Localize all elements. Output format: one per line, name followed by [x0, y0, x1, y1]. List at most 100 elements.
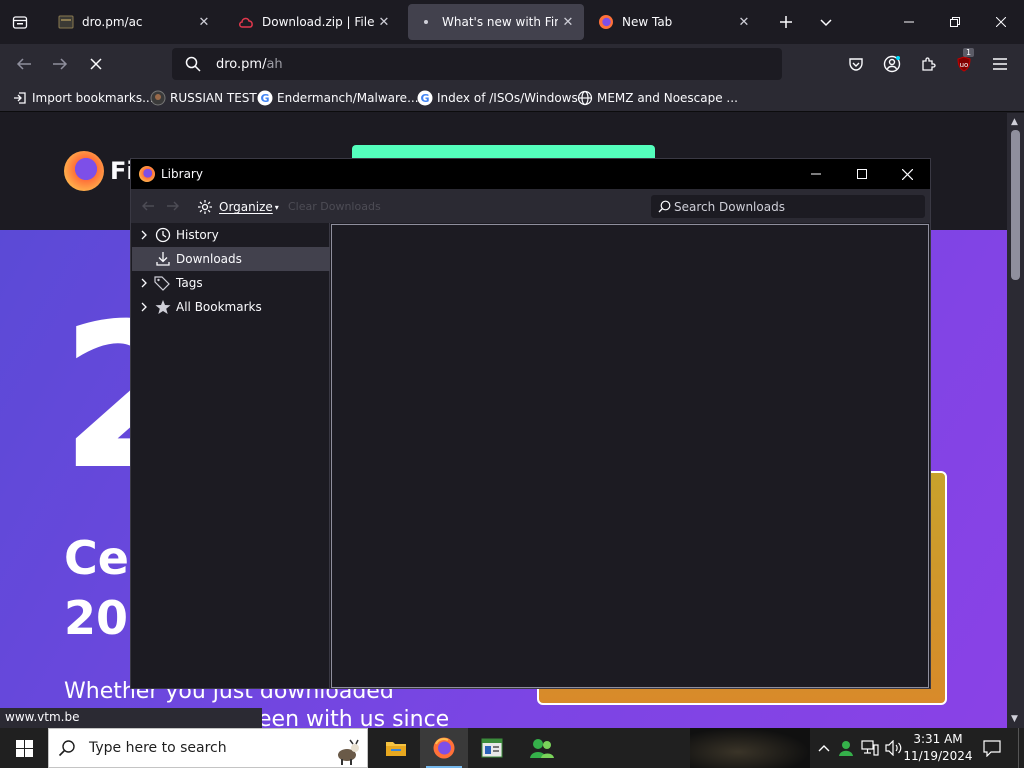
stop-icon	[90, 58, 102, 70]
tray-overflow-icon[interactable]	[814, 738, 834, 758]
clock-icon	[154, 226, 172, 244]
tab-title: New Tab	[622, 15, 673, 29]
bookmark-import[interactable]: Import bookmarks...	[12, 88, 154, 108]
taskbar-firefox[interactable]	[420, 728, 468, 768]
taskbar-app-window[interactable]	[468, 728, 516, 768]
library-titlebar[interactable]: Library	[131, 159, 930, 189]
tab-dro-pm-ac[interactable]: dro.pm/ac ✕	[48, 4, 220, 40]
plus-icon	[780, 16, 792, 28]
firefox-icon	[139, 166, 155, 182]
chevron-right-icon[interactable]	[134, 302, 154, 312]
library-minimize-button[interactable]	[793, 159, 839, 189]
search-icon	[49, 739, 85, 757]
taskbar-clock[interactable]: 3:31 AM 11/19/2024	[902, 731, 974, 765]
extensions-button[interactable]	[914, 50, 942, 78]
status-panel: www.vtm.be	[0, 708, 262, 728]
chevron-right-icon[interactable]	[134, 230, 154, 240]
tree-item-label: Downloads	[176, 252, 242, 266]
chevron-right-icon[interactable]	[134, 278, 154, 288]
url-bar[interactable]: dro.pm/ah	[172, 48, 782, 80]
close-window-button[interactable]	[978, 0, 1024, 44]
google-icon: G	[417, 90, 433, 106]
stop-button[interactable]	[82, 50, 110, 78]
pocket-icon	[849, 58, 863, 71]
show-desktop-button[interactable]	[1018, 728, 1024, 768]
library-back-button[interactable]	[138, 197, 158, 215]
firefox-view-button[interactable]	[8, 10, 32, 34]
close-tab-icon[interactable]: ✕	[734, 12, 754, 32]
clock-date: 11/19/2024	[903, 749, 973, 763]
tab-title: Download.zip | Files.fm	[262, 15, 374, 29]
bookmark-russian-test[interactable]: RUSSIAN TEST	[150, 88, 257, 108]
tab-new-tab[interactable]: New Tab ✕	[588, 4, 760, 40]
search-downloads-input[interactable]	[674, 199, 924, 214]
tab-strip: dro.pm/ac ✕ Download.zip | Files.fm ✕ Wh…	[0, 0, 1024, 44]
clear-downloads-button[interactable]: Clear Downloads	[288, 200, 381, 213]
library-maximize-button[interactable]	[839, 159, 885, 189]
organize-menu-button[interactable]: Organize ▾	[197, 197, 279, 217]
ublock-origin-button[interactable]: uo 1	[950, 48, 978, 78]
close-tab-icon[interactable]: ✕	[374, 12, 394, 32]
account-button[interactable]	[878, 50, 906, 78]
cloud-icon	[238, 14, 254, 30]
forward-button[interactable]	[46, 50, 74, 78]
scroll-down-icon[interactable]: ▼	[1011, 714, 1018, 724]
minimize-button[interactable]	[886, 0, 932, 44]
menu-button[interactable]	[986, 50, 1014, 78]
hero-heading-line1: Ce	[64, 531, 129, 585]
downloads-list[interactable]	[331, 224, 929, 688]
taskbar-file-explorer[interactable]	[372, 728, 420, 768]
hero-heading-line2: 20	[64, 591, 129, 645]
library-forward-button[interactable]	[163, 197, 183, 215]
bookmark-endermanch-malware[interactable]: G Endermanch/Malware...	[257, 88, 419, 108]
minimize-icon	[904, 21, 914, 23]
account-icon	[883, 55, 901, 73]
taskbar-users-app[interactable]	[518, 728, 566, 768]
library-title: Library	[161, 167, 203, 181]
page-scrollbar[interactable]: ▲ ▼	[1007, 113, 1024, 728]
start-button[interactable]	[0, 728, 48, 768]
taskbar-search-box[interactable]: Type here to search	[48, 728, 368, 768]
back-button[interactable]	[10, 50, 38, 78]
tree-item-history[interactable]: History	[132, 223, 330, 247]
library-close-button[interactable]	[884, 159, 930, 189]
notification-center-button[interactable]	[978, 736, 1006, 760]
restore-button[interactable]	[932, 0, 978, 44]
star-icon	[154, 298, 172, 316]
scroll-up-icon[interactable]: ▲	[1011, 117, 1018, 127]
library-tree: History Downloads Tags All Bookmarks	[131, 223, 330, 688]
tree-item-tags[interactable]: Tags	[132, 271, 330, 295]
tab-download-zip[interactable]: Download.zip | Files.fm ✕	[228, 4, 400, 40]
clock-time: 3:31 AM	[913, 732, 963, 746]
maximize-icon	[857, 169, 867, 179]
loading-dot-icon	[418, 14, 434, 30]
notification-icon	[983, 739, 1001, 757]
library-search-box[interactable]	[651, 195, 925, 218]
globe-icon	[577, 90, 593, 106]
restore-icon	[950, 17, 960, 27]
new-tab-button[interactable]	[774, 10, 798, 34]
tree-item-all-bookmarks[interactable]: All Bookmarks	[132, 295, 330, 319]
people-tray-icon[interactable]	[836, 738, 856, 758]
close-icon	[996, 17, 1006, 27]
search-icon	[654, 200, 674, 213]
arrow-right-icon	[53, 58, 68, 70]
pocket-button[interactable]	[842, 50, 870, 78]
bookmark-memz-noescape[interactable]: MEMZ and Noescape ...	[577, 88, 738, 108]
network-icon[interactable]	[860, 738, 880, 758]
svg-text:G: G	[420, 92, 429, 105]
tab-whats-new-firefox[interactable]: What's new with Firefox ✕	[408, 4, 584, 40]
folder-icon	[386, 742, 406, 756]
close-tab-icon[interactable]: ✕	[558, 12, 578, 32]
scroll-thumb[interactable]	[1011, 130, 1020, 280]
tree-item-downloads[interactable]: Downloads	[132, 247, 330, 271]
chevron-down-icon	[820, 19, 832, 27]
import-icon	[12, 90, 28, 106]
tab-title: What's new with Firefox	[442, 15, 558, 29]
firefox-logo-icon	[64, 151, 104, 191]
volume-icon[interactable]	[884, 738, 904, 758]
list-all-tabs-button[interactable]	[814, 10, 838, 34]
bookmark-index-isos-windows[interactable]: G Index of /ISOs/Windows	[417, 88, 578, 108]
close-tab-icon[interactable]: ✕	[194, 12, 214, 32]
windows-taskbar: Type here to search 3:31 AM 11/19/2024	[0, 728, 1024, 768]
